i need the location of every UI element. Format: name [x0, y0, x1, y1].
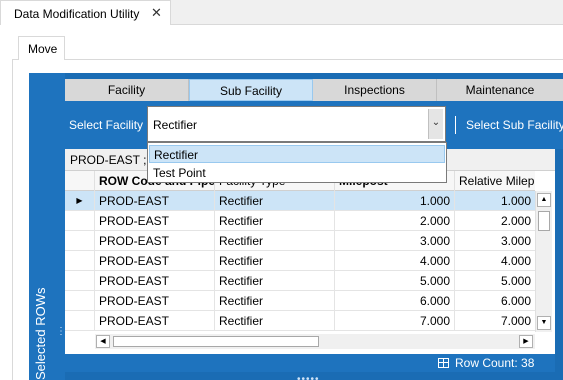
- scroll-up-icon[interactable]: ▲: [537, 193, 551, 207]
- cell-facility-type[interactable]: Rectifier: [215, 231, 335, 251]
- facility-tab-strip: Facility Sub Facility Inspections Mainte…: [65, 79, 563, 101]
- cell-relative-milepost[interactable]: 4.000: [455, 251, 535, 271]
- close-icon[interactable]: ✕: [151, 5, 162, 21]
- cell-row-code[interactable]: PROD-EAST: [95, 291, 215, 311]
- cell-milepost[interactable]: 7.000: [335, 311, 455, 331]
- group-header-text: PROD-EAST ; E: [70, 153, 158, 167]
- vertical-scrollbar[interactable]: ▲ ▼: [535, 191, 552, 332]
- row-indicator[interactable]: [65, 271, 95, 291]
- cell-facility-type[interactable]: Rectifier: [215, 271, 335, 291]
- row-indicator-header: [65, 171, 95, 191]
- splitter-grip-icon[interactable]: •••••: [297, 374, 320, 380]
- scroll-down-icon[interactable]: ▼: [537, 316, 551, 330]
- cell-row-code[interactable]: PROD-EAST: [95, 251, 215, 271]
- cell-milepost[interactable]: 4.000: [335, 251, 455, 271]
- row-count: Row Count: 38: [438, 356, 534, 370]
- tab-facility-label: Facility: [107, 83, 146, 97]
- cell-facility-type[interactable]: Rectifier: [215, 191, 335, 211]
- row-indicator[interactable]: [65, 251, 95, 271]
- row-indicator[interactable]: ▶: [65, 191, 95, 211]
- column-header-relative-milepost[interactable]: Relative Milep: [455, 171, 535, 191]
- table-row[interactable]: PROD-EAST Rectifier 7.000 7.000: [65, 311, 535, 331]
- chevron-down-icon[interactable]: ⌄: [428, 109, 443, 139]
- table-row[interactable]: PROD-EAST Rectifier 5.000 5.000: [65, 271, 535, 291]
- cell-relative-milepost[interactable]: 5.000: [455, 271, 535, 291]
- tab-sub-facility-label: Sub Facility: [219, 84, 283, 98]
- cell-relative-milepost[interactable]: 1.000: [455, 191, 535, 211]
- tab-inspections[interactable]: Inspections: [313, 79, 437, 101]
- facility-combobox-value: Rectifier: [153, 118, 198, 132]
- row-indicator[interactable]: [65, 231, 95, 251]
- tab-move[interactable]: Move: [18, 36, 65, 60]
- cell-milepost[interactable]: 1.000: [335, 191, 455, 211]
- dropdown-option-rectifier[interactable]: Rectifier: [149, 145, 445, 163]
- tab-sub-facility[interactable]: Sub Facility: [189, 79, 313, 101]
- cell-facility-type[interactable]: Rectifier: [215, 311, 335, 331]
- cell-relative-milepost[interactable]: 2.000: [455, 211, 535, 231]
- tab-maintenance[interactable]: Maintenance: [437, 79, 563, 101]
- table-row[interactable]: PROD-EAST Rectifier 4.000 4.000: [65, 251, 535, 271]
- row-count-value: 38: [521, 356, 535, 370]
- cell-milepost[interactable]: 6.000: [335, 291, 455, 311]
- cell-facility-type[interactable]: Rectifier: [215, 291, 335, 311]
- scroll-right-icon[interactable]: ▶: [519, 335, 533, 348]
- cell-row-code[interactable]: PROD-EAST: [95, 211, 215, 231]
- selected-rows-title: Selected ROWs: [33, 287, 48, 380]
- cell-row-code[interactable]: PROD-EAST: [95, 191, 215, 211]
- row-indicator[interactable]: [65, 311, 95, 331]
- cell-row-code[interactable]: PROD-EAST: [95, 231, 215, 251]
- vertical-scroll-thumb[interactable]: [538, 211, 550, 231]
- table-row[interactable]: PROD-EAST Rectifier 2.000 2.000: [65, 211, 535, 231]
- selector-divider: [455, 116, 456, 134]
- cell-milepost[interactable]: 2.000: [335, 211, 455, 231]
- facility-combobox[interactable]: Rectifier ⌄: [147, 106, 446, 142]
- facility-dropdown-list: Rectifier Test Point: [147, 142, 447, 183]
- tab-inspections-label: Inspections: [344, 83, 405, 97]
- row-count-label: Row Count:: [455, 356, 518, 370]
- horizontal-scrollbar[interactable]: ◀ ▶: [95, 334, 535, 349]
- document-tab[interactable]: Data Modification Utility ✕: [0, 0, 171, 26]
- select-facility-label: Select Facility: [69, 118, 144, 132]
- row-indicator[interactable]: [65, 211, 95, 231]
- cell-facility-type[interactable]: Rectifier: [215, 211, 335, 231]
- cell-facility-type[interactable]: Rectifier: [215, 251, 335, 271]
- table-row[interactable]: PROD-EAST Rectifier 6.000 6.000: [65, 291, 535, 311]
- table-row[interactable]: PROD-EAST Rectifier 3.000 3.000: [65, 231, 535, 251]
- cell-row-code[interactable]: PROD-EAST: [95, 311, 215, 331]
- cell-relative-milepost[interactable]: 7.000: [455, 311, 535, 331]
- cell-milepost[interactable]: 3.000: [335, 231, 455, 251]
- document-tab-title: Data Modification Utility: [14, 7, 140, 21]
- table-icon: [438, 358, 449, 368]
- horizontal-scroll-thumb[interactable]: [113, 336, 319, 347]
- cell-relative-milepost[interactable]: 3.000: [455, 231, 535, 251]
- tab-move-label: Move: [28, 42, 58, 56]
- cell-row-code[interactable]: PROD-EAST: [95, 271, 215, 291]
- select-sub-facility-label: Select Sub Facility: [466, 118, 563, 132]
- cell-relative-milepost[interactable]: 6.000: [455, 291, 535, 311]
- tab-maintenance-label: Maintenance: [465, 83, 535, 97]
- chevron-glyph: ⌄: [431, 117, 441, 128]
- row-indicator[interactable]: [65, 291, 95, 311]
- table-row[interactable]: ▶ PROD-EAST Rectifier 1.000 1.000: [65, 191, 535, 211]
- dropdown-option-test-point[interactable]: Test Point: [149, 164, 445, 182]
- cell-milepost[interactable]: 5.000: [335, 271, 455, 291]
- tab-facility[interactable]: Facility: [65, 79, 189, 101]
- scroll-left-icon[interactable]: ◀: [96, 335, 110, 348]
